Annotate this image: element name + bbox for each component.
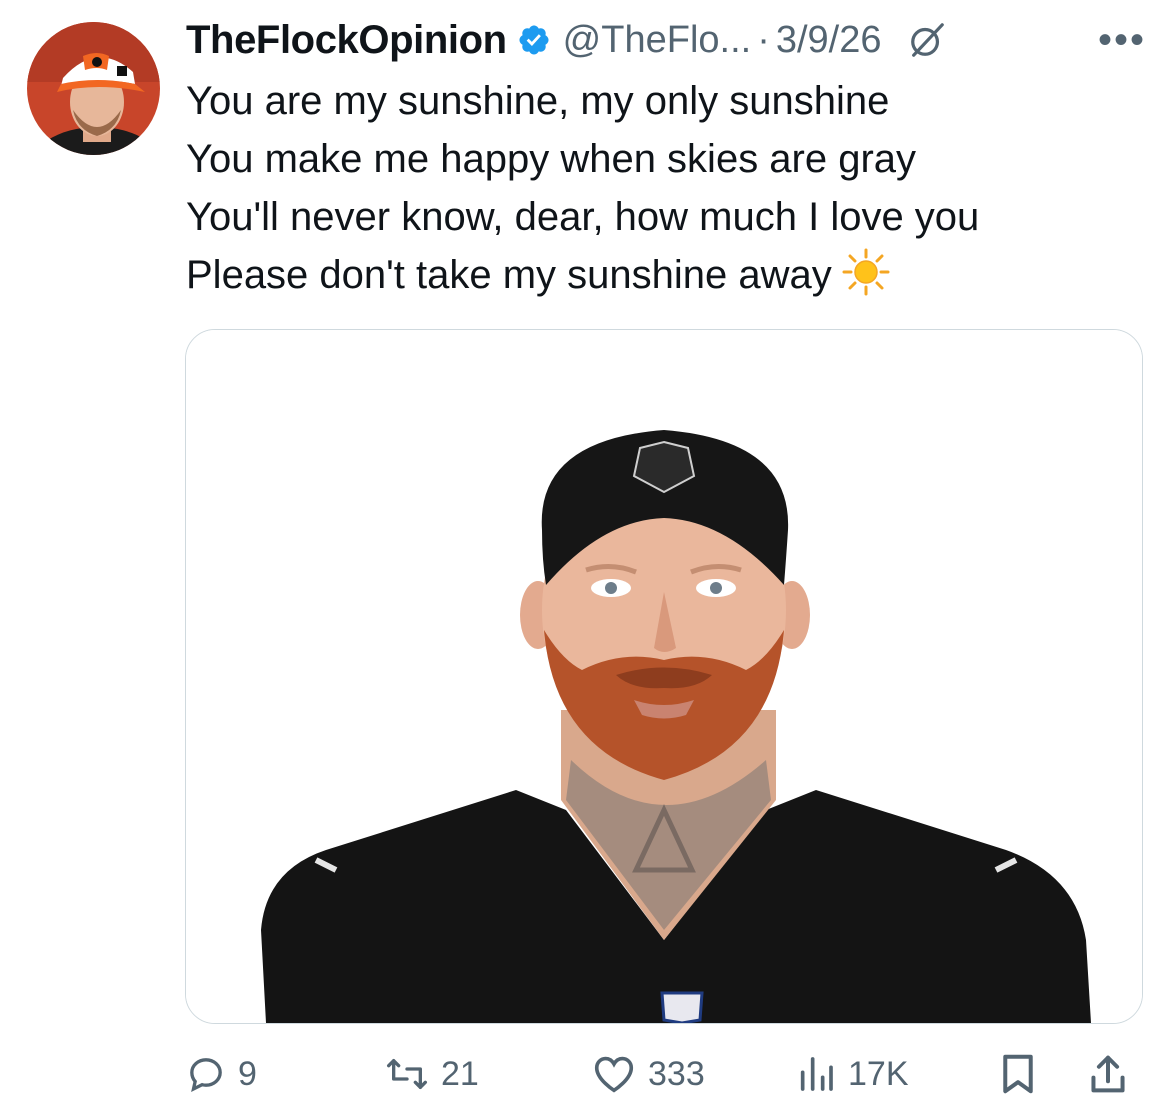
reply-count: 9 <box>238 1054 257 1093</box>
tweet-line: Please don't take my sunshine away <box>186 253 832 297</box>
tweet-media-image[interactable] <box>185 329 1143 1024</box>
verified-badge-icon <box>519 25 549 55</box>
tweet-line: You make me happy when skies are gray <box>186 137 917 181</box>
more-icon[interactable]: ••• <box>1098 18 1146 63</box>
avatar[interactable] <box>27 22 160 155</box>
tweet-date[interactable]: 3/9/26 <box>776 19 882 62</box>
bookmark-icon <box>1003 1054 1033 1094</box>
tweet-header: TheFlockOpinion @TheFlo... · 3/9/26 ••• <box>186 14 1146 66</box>
display-name[interactable]: TheFlockOpinion <box>186 18 507 63</box>
sun-emoji-icon <box>842 248 890 296</box>
like-icon <box>594 1056 634 1093</box>
separator-dot: · <box>757 18 770 61</box>
like-button[interactable]: 333 <box>592 1042 705 1106</box>
like-count: 333 <box>648 1054 705 1093</box>
share-icon <box>1091 1055 1125 1093</box>
tweet-text: You are my sunshine, my only sunshine Yo… <box>186 72 1146 304</box>
bookmark-button[interactable] <box>998 1042 1038 1106</box>
views-icon <box>800 1057 833 1091</box>
repost-icon <box>386 1059 427 1089</box>
grok-icon[interactable] <box>908 21 946 59</box>
tweet-line-last: Please don't take my sunshine away <box>186 246 1146 304</box>
tweet-line: You'll never know, dear, how much I love… <box>186 195 980 239</box>
player-headshot-image <box>186 330 1142 1023</box>
views-button[interactable]: 17K <box>796 1042 909 1106</box>
reply-icon <box>190 1058 222 1093</box>
tweet-action-bar: 9 21 333 17K <box>0 1042 1170 1106</box>
reply-button[interactable]: 9 <box>186 1042 257 1106</box>
repost-button[interactable]: 21 <box>385 1042 479 1106</box>
repost-count: 21 <box>441 1054 479 1093</box>
views-count: 17K <box>848 1054 909 1093</box>
handle[interactable]: @TheFlo... <box>563 19 752 62</box>
share-button[interactable] <box>1088 1042 1128 1106</box>
tweet-line: You are my sunshine, my only sunshine <box>186 79 890 123</box>
